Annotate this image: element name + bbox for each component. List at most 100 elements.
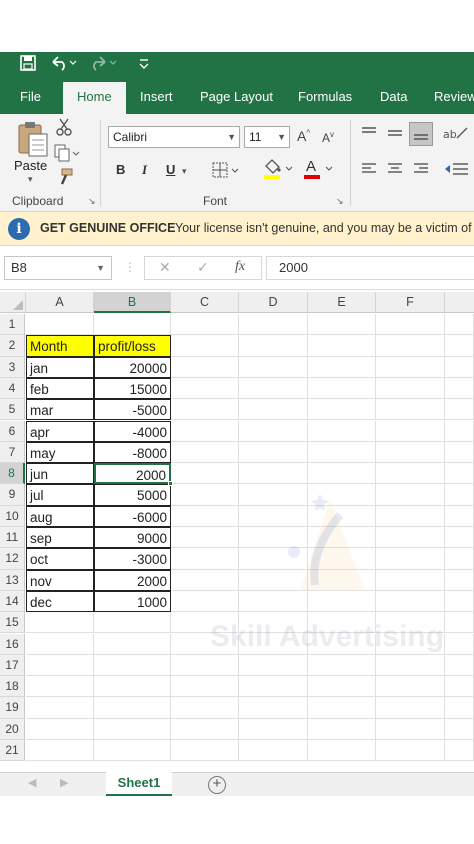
row-header-16[interactable]: 16 bbox=[0, 633, 25, 655]
cell-f18[interactable] bbox=[376, 676, 445, 698]
align-center-icon[interactable] bbox=[386, 162, 404, 179]
row-header-3[interactable]: 3 bbox=[0, 356, 25, 378]
borders-icon[interactable] bbox=[212, 161, 242, 182]
cell-a18[interactable] bbox=[26, 676, 94, 698]
cell-b8[interactable]: 2000 bbox=[94, 463, 171, 485]
cut-icon[interactable] bbox=[56, 118, 72, 139]
cell-b5[interactable]: -5000 bbox=[94, 399, 171, 421]
font-size-box[interactable]: 11 ▼ bbox=[244, 126, 290, 148]
row-header-13[interactable]: 13 bbox=[0, 569, 25, 591]
paste-icon[interactable] bbox=[14, 120, 50, 158]
cell-a2[interactable]: Month bbox=[26, 335, 94, 357]
cell-a9[interactable]: jul bbox=[26, 484, 94, 506]
sheet-nav-prev-icon[interactable]: ◀ bbox=[28, 776, 36, 789]
cell-b12[interactable]: -3000 bbox=[94, 548, 171, 570]
cell-b20[interactable] bbox=[94, 718, 171, 740]
add-sheet-icon[interactable]: + bbox=[208, 776, 226, 794]
row-header-7[interactable]: 7 bbox=[0, 441, 25, 464]
cell-a5[interactable]: mar bbox=[26, 399, 94, 421]
paste-dropdown-icon[interactable]: ▾ bbox=[28, 174, 33, 185]
row-header-12[interactable]: 12 bbox=[0, 548, 25, 570]
cell-d1[interactable] bbox=[239, 314, 308, 336]
cell-g14[interactable] bbox=[445, 590, 474, 613]
cell-c13[interactable] bbox=[171, 569, 239, 591]
cell-c5[interactable] bbox=[171, 399, 239, 421]
cell-g3[interactable] bbox=[445, 356, 474, 378]
align-right-icon[interactable] bbox=[412, 162, 430, 179]
cell-b15[interactable] bbox=[94, 612, 171, 634]
cell-a3[interactable]: jan bbox=[26, 356, 94, 378]
cell-g7[interactable] bbox=[445, 441, 474, 464]
tab-formulas[interactable]: Formulas bbox=[294, 78, 356, 114]
cell-b3[interactable]: 20000 bbox=[94, 356, 171, 378]
cell-f12[interactable] bbox=[376, 548, 445, 570]
cell-d21[interactable] bbox=[239, 740, 308, 762]
cell-f7[interactable] bbox=[376, 441, 445, 464]
cell-a7[interactable]: may bbox=[26, 441, 94, 464]
cell-g20[interactable] bbox=[445, 718, 474, 740]
cell-e21[interactable] bbox=[308, 740, 376, 762]
cell-a15[interactable] bbox=[26, 612, 94, 634]
tab-data[interactable]: Data bbox=[376, 78, 411, 114]
cell-e4[interactable] bbox=[308, 377, 376, 400]
font-name-box[interactable]: Calibri ▼ bbox=[108, 126, 240, 148]
cell-c2[interactable] bbox=[171, 335, 239, 357]
cell-f4[interactable] bbox=[376, 377, 445, 400]
cell-a21[interactable] bbox=[26, 740, 94, 762]
cell-a19[interactable] bbox=[26, 697, 94, 719]
column-header-g[interactable] bbox=[445, 292, 474, 313]
tab-insert[interactable]: Insert bbox=[136, 78, 177, 114]
chevron-down-icon[interactable]: ▼ bbox=[277, 127, 286, 147]
cell-g18[interactable] bbox=[445, 676, 474, 698]
decrease-indent-icon[interactable] bbox=[444, 162, 470, 179]
undo-icon[interactable] bbox=[50, 55, 78, 75]
sheet-nav-next-icon[interactable]: ▶ bbox=[60, 776, 68, 789]
cell-c17[interactable] bbox=[171, 654, 239, 677]
tab-page-layout[interactable]: Page Layout bbox=[196, 78, 277, 114]
cell-c11[interactable] bbox=[171, 527, 239, 549]
cell-g9[interactable] bbox=[445, 484, 474, 506]
insert-function-icon[interactable]: fx bbox=[235, 259, 245, 275]
cell-c10[interactable] bbox=[171, 505, 239, 527]
cell-g13[interactable] bbox=[445, 569, 474, 591]
cell-g4[interactable] bbox=[445, 377, 474, 400]
cell-g19[interactable] bbox=[445, 697, 474, 719]
row-header-11[interactable]: 11 bbox=[0, 527, 25, 549]
cell-a14[interactable]: dec bbox=[26, 590, 94, 613]
cell-f3[interactable] bbox=[376, 356, 445, 378]
cell-a17[interactable] bbox=[26, 654, 94, 677]
cell-b4[interactable]: 15000 bbox=[94, 377, 171, 400]
select-all-corner[interactable] bbox=[0, 292, 26, 313]
cell-g1[interactable] bbox=[445, 314, 474, 336]
row-header-6[interactable]: 6 bbox=[0, 420, 25, 442]
row-header-20[interactable]: 20 bbox=[0, 718, 25, 740]
cell-b7[interactable]: -8000 bbox=[94, 441, 171, 464]
cell-d4[interactable] bbox=[239, 377, 308, 400]
row-header-14[interactable]: 14 bbox=[0, 590, 25, 613]
italic-button[interactable]: I bbox=[142, 162, 147, 178]
cell-d20[interactable] bbox=[239, 718, 308, 740]
chevron-down-icon[interactable]: ▼ bbox=[227, 127, 236, 147]
cell-a12[interactable]: oct bbox=[26, 548, 94, 570]
cell-c9[interactable] bbox=[171, 484, 239, 506]
row-header-8[interactable]: 8 bbox=[0, 463, 25, 485]
row-header-21[interactable]: 21 bbox=[0, 740, 25, 762]
cell-e17[interactable] bbox=[308, 654, 376, 677]
cell-f11[interactable] bbox=[376, 527, 445, 549]
cell-f5[interactable] bbox=[376, 399, 445, 421]
cell-e18[interactable] bbox=[308, 676, 376, 698]
cell-g21[interactable] bbox=[445, 740, 474, 762]
row-header-4[interactable]: 4 bbox=[0, 377, 25, 400]
cell-f10[interactable] bbox=[376, 505, 445, 527]
cell-c3[interactable] bbox=[171, 356, 239, 378]
cell-b13[interactable]: 2000 bbox=[94, 569, 171, 591]
cell-b18[interactable] bbox=[94, 676, 171, 698]
row-header-9[interactable]: 9 bbox=[0, 484, 25, 506]
tab-file[interactable]: File bbox=[16, 78, 45, 114]
cell-d3[interactable] bbox=[239, 356, 308, 378]
cell-a16[interactable] bbox=[26, 633, 94, 655]
fill-handle[interactable] bbox=[168, 481, 173, 487]
cell-e2[interactable] bbox=[308, 335, 376, 357]
cell-f9[interactable] bbox=[376, 484, 445, 506]
column-header-a[interactable]: A bbox=[26, 292, 94, 313]
